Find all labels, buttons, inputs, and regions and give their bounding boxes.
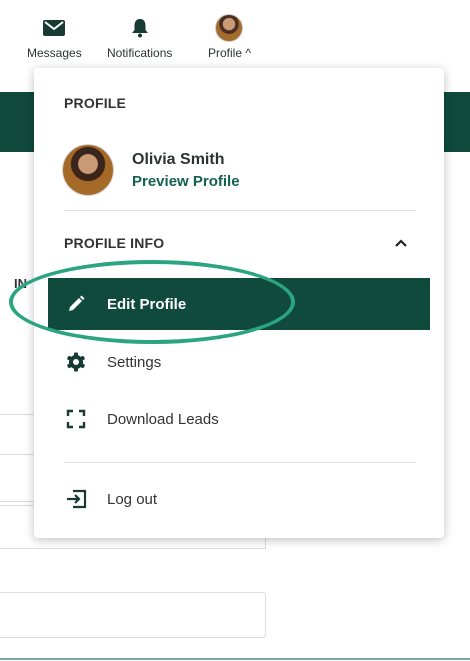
- menu-item-label: Edit Profile: [107, 295, 187, 313]
- background-input[interactable]: [0, 592, 266, 638]
- chevron-up-icon: [395, 234, 407, 252]
- envelope-icon: [43, 14, 66, 42]
- pencil-icon: [64, 292, 88, 316]
- divider: [64, 210, 416, 211]
- profile-info-heading: PROFILE INFO: [64, 235, 165, 251]
- user-name: Olivia Smith: [132, 150, 225, 168]
- user-summary: Olivia Smith Preview Profile: [62, 144, 240, 196]
- logout-button[interactable]: Log out: [48, 473, 430, 525]
- expand-frame-icon: [64, 407, 88, 431]
- logout-icon: [64, 487, 88, 511]
- nav-messages[interactable]: Messages: [27, 14, 82, 60]
- nav-notifications[interactable]: Notifications: [107, 14, 172, 60]
- menu-item-settings[interactable]: Settings: [48, 336, 430, 388]
- menu-item-edit-profile[interactable]: Edit Profile: [48, 278, 430, 330]
- bell-icon: [131, 14, 149, 42]
- background-section-label: IN: [14, 276, 27, 291]
- background-divider: [0, 658, 470, 660]
- profile-dropdown: PROFILE Olivia Smith Preview Profile PRO…: [34, 68, 444, 538]
- menu-item-label: Settings: [107, 353, 162, 371]
- nav-profile[interactable]: Profile ^: [208, 14, 251, 60]
- profile-avatar: [215, 14, 244, 42]
- divider: [64, 462, 416, 463]
- collapse-section-button[interactable]: [390, 232, 412, 254]
- top-navigation: Messages Notifications Profile ^: [0, 0, 470, 76]
- profile-heading: PROFILE: [64, 95, 127, 111]
- gear-icon: [64, 350, 88, 374]
- logout-label: Log out: [107, 490, 158, 508]
- nav-notifications-label: Notifications: [107, 46, 173, 60]
- menu-item-label: Download Leads: [107, 410, 219, 428]
- menu-item-download-leads[interactable]: Download Leads: [48, 393, 430, 445]
- user-avatar: [62, 144, 114, 196]
- nav-messages-label: Messages: [27, 46, 82, 60]
- nav-profile-label: Profile ^: [208, 46, 251, 60]
- preview-profile-link[interactable]: Preview Profile: [132, 173, 240, 190]
